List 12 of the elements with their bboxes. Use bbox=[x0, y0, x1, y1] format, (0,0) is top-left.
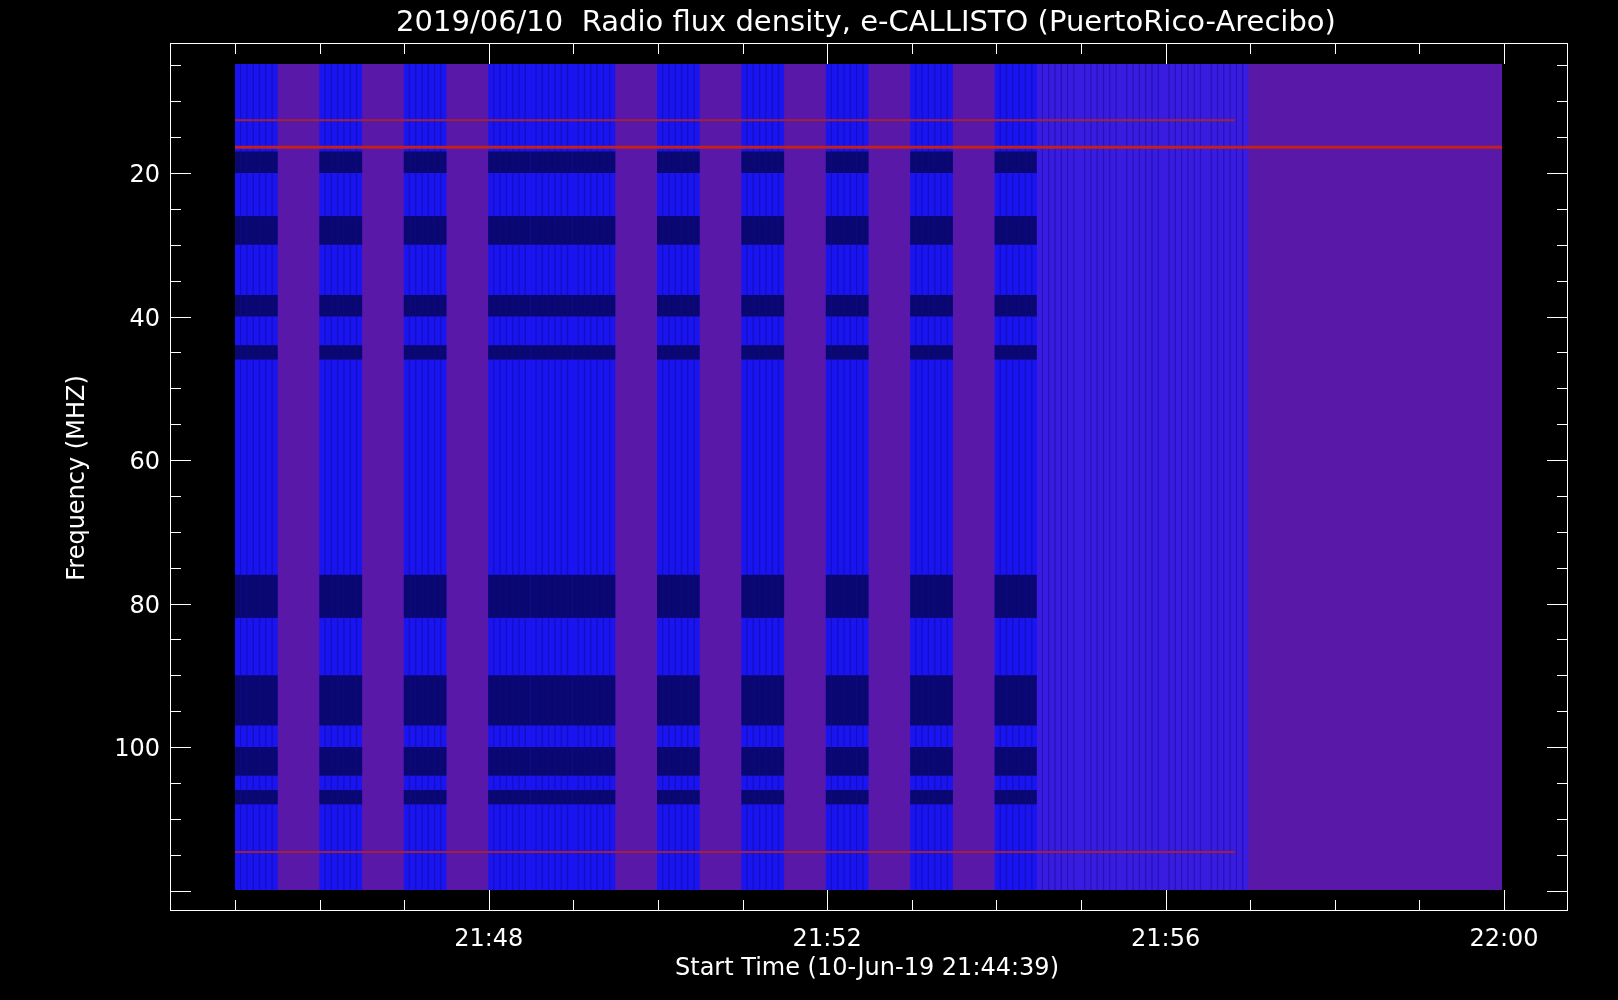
x-axis-label: Start Time (10-Jun-19 21:44:39) bbox=[675, 953, 1059, 981]
chart-title: 2019/06/10 Radio flux density, e-CALLISTO (PuertoRico-Arecibo) bbox=[396, 4, 1336, 38]
x-tick-label: 21:56 bbox=[1131, 924, 1201, 952]
y-tick-label: 20 bbox=[129, 160, 160, 188]
x-tick-label: 21:48 bbox=[454, 924, 524, 952]
y-tick-label: 80 bbox=[129, 590, 160, 619]
y-tick-label: 100 bbox=[114, 734, 160, 762]
y-axis-label: Frequency (MHZ) bbox=[62, 375, 90, 581]
y-tick-label: 60 bbox=[129, 447, 160, 475]
x-tick-label: 21:52 bbox=[792, 924, 862, 952]
y-tick-label: 40 bbox=[129, 303, 160, 332]
x-tick-label: 22:00 bbox=[1469, 924, 1539, 952]
